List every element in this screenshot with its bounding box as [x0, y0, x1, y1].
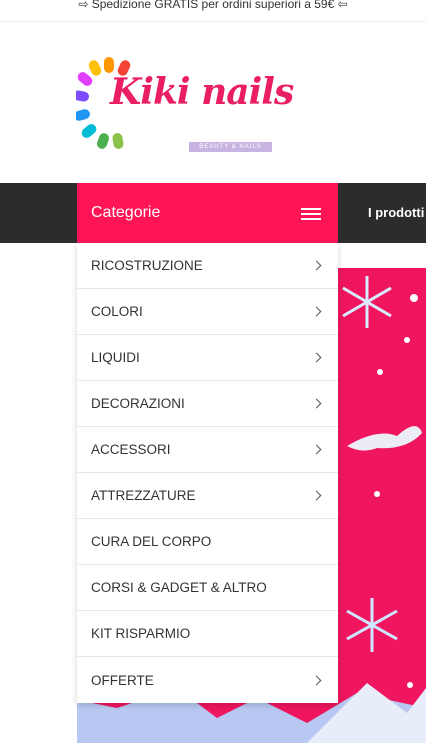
- menu-item-label: COLORI: [91, 304, 143, 319]
- categories-toggle-button[interactable]: Categorie: [77, 183, 338, 243]
- menu-item-decorazioni[interactable]: DECORAZIONI: [77, 381, 338, 427]
- menu-item-ricostruzione[interactable]: RICOSTRUZIONE: [77, 243, 338, 289]
- menu-item-label: DECORAZIONI: [91, 396, 185, 411]
- menu-item-label: ATTREZZATURE: [91, 488, 196, 503]
- logo-wordmark: Kiki nails: [110, 71, 294, 113]
- shipping-promo-bar: ⇨ Spedizione GRATIS per ordini superiori…: [0, 0, 426, 22]
- menu-item-accessori[interactable]: ACCESSORI: [77, 427, 338, 473]
- chevron-right-icon: [311, 398, 322, 409]
- chevron-right-icon: [311, 352, 322, 363]
- nav-link-products[interactable]: I prodotti: [368, 183, 424, 243]
- snowflake-icon: [346, 598, 398, 652]
- menu-item-label: LIQUIDI: [91, 350, 140, 365]
- menu-item-label: KIT RISPARMIO: [91, 626, 191, 641]
- menu-item-cura-del-corpo[interactable]: CURA DEL CORPO: [77, 519, 338, 565]
- chevron-right-icon: [311, 490, 322, 501]
- menu-item-colori[interactable]: COLORI: [77, 289, 338, 335]
- menu-item-label: CURA DEL CORPO: [91, 534, 212, 549]
- site-logo[interactable]: Kiki nails BEAUTY & NAILS: [73, 55, 294, 155]
- menu-item-label: CORSI & GADGET & ALTRO: [91, 580, 267, 595]
- hamburger-icon: [301, 208, 321, 220]
- menu-item-corsi-gadget-altro[interactable]: CORSI & GADGET & ALTRO: [77, 565, 338, 611]
- categories-dropdown-menu: RICOSTRUZIONE COLORI LIQUIDI DECORAZIONI…: [77, 243, 338, 703]
- chevron-right-icon: [311, 260, 322, 271]
- shipping-promo-text: ⇨ Spedizione GRATIS per ordini superiori…: [78, 0, 348, 11]
- snowflake-icon: [342, 276, 392, 328]
- logo-tagline: BEAUTY & NAILS: [189, 142, 272, 152]
- chevron-right-icon: [311, 444, 322, 455]
- chevron-right-icon: [311, 306, 322, 317]
- menu-item-label: ACCESSORI: [91, 442, 171, 457]
- menu-item-label: OFFERTE: [91, 672, 154, 688]
- menu-item-offerte[interactable]: OFFERTE: [77, 657, 338, 703]
- chevron-right-icon: [311, 675, 322, 685]
- menu-item-kit-risparmio[interactable]: KIT RISPARMIO: [77, 611, 338, 657]
- menu-item-liquidi[interactable]: LIQUIDI: [77, 335, 338, 381]
- menu-item-attrezzature[interactable]: ATTREZZATURE: [77, 473, 338, 519]
- menu-item-label: RICOSTRUZIONE: [91, 258, 203, 273]
- categories-label: Categorie: [91, 204, 161, 221]
